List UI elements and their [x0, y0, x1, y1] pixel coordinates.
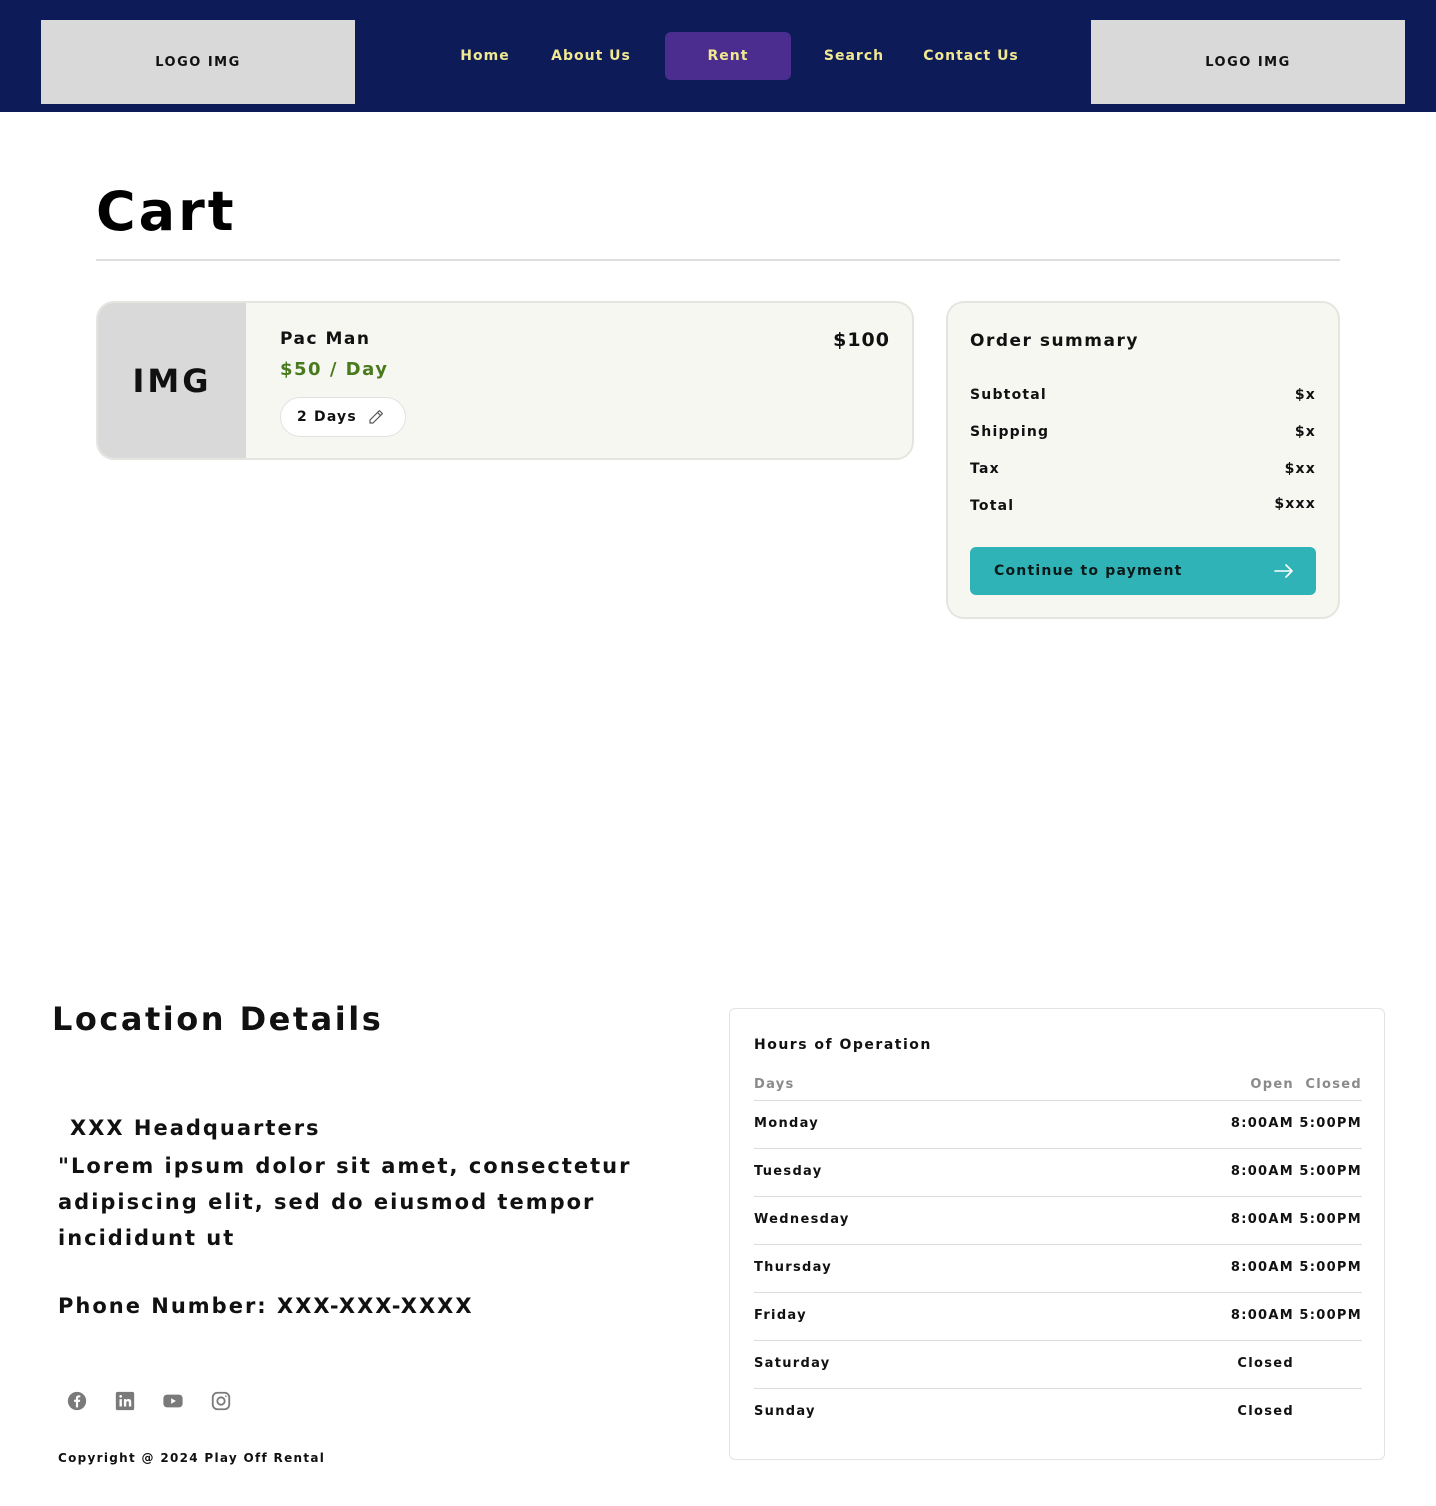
page-title: Cart	[96, 180, 237, 243]
order-summary-title: Order summary	[970, 331, 1139, 351]
hours-day: Sunday	[754, 1404, 816, 1419]
rental-days-button[interactable]: 2 Days	[280, 397, 406, 437]
location-details-title: Location Details	[52, 1000, 384, 1038]
summary-row-subtotal: Subtotal $x	[970, 387, 1316, 403]
copyright: Copyright @ 2024 Play Off Rental	[58, 1451, 326, 1465]
hours-open: 8:00AM	[1230, 1260, 1294, 1275]
nav-contact-us[interactable]: Contact Us	[906, 32, 1036, 80]
summary-value: $x	[1294, 424, 1316, 440]
hours-day: Wednesday	[754, 1212, 850, 1227]
hours-day: Saturday	[754, 1356, 831, 1371]
hours-day: Friday	[754, 1308, 807, 1323]
summary-label: Total	[970, 498, 1015, 514]
logo-right[interactable]: LOGO IMG	[1091, 20, 1405, 104]
hours-row: Tuesday 8:00AM 5:00PM	[754, 1149, 1362, 1197]
summary-value: $xxx	[1274, 496, 1316, 512]
item-name: Pac Man	[280, 329, 371, 349]
hours-open: 8:00AM	[1230, 1116, 1294, 1131]
pencil-icon	[369, 410, 383, 424]
hours-day: Monday	[754, 1116, 820, 1131]
hours-open: 8:00AM	[1230, 1164, 1294, 1179]
hours-closed: 5:00PM	[1299, 1308, 1362, 1323]
hours-day: Tuesday	[754, 1164, 823, 1179]
hours-day: Thursday	[754, 1260, 833, 1275]
header-closed: Closed	[1305, 1077, 1362, 1092]
hours-open: 8:00AM	[1230, 1308, 1294, 1323]
summary-row-shipping: Shipping $x	[970, 424, 1316, 440]
summary-label: Shipping	[970, 424, 1050, 440]
location-description: "Lorem ipsum dolor sit amet, consectetur…	[58, 1154, 632, 1250]
instagram-icon[interactable]	[210, 1390, 232, 1412]
item-price: $100	[833, 329, 890, 351]
nav-search[interactable]: Search	[808, 32, 900, 80]
rental-days-label: 2 Days	[297, 409, 357, 425]
hours-row: Thursday 8:00AM 5:00PM	[754, 1245, 1362, 1293]
social-links	[66, 1390, 232, 1412]
arrow-right-icon	[1274, 564, 1293, 578]
summary-label: Subtotal	[970, 387, 1047, 403]
phone-number: Phone Number: XXX-XXX-XXXX	[58, 1294, 474, 1318]
hours-open: Closed	[1237, 1404, 1294, 1419]
hours-row: Sunday Closed	[754, 1389, 1362, 1437]
hours-open: 8:00AM	[1230, 1212, 1294, 1227]
summary-value: $x	[1294, 387, 1316, 403]
hours-closed: 5:00PM	[1299, 1260, 1362, 1275]
hours-closed: 5:00PM	[1299, 1116, 1362, 1131]
hours-title: Hours of Operation	[754, 1037, 932, 1053]
hours-row: Friday 8:00AM 5:00PM	[754, 1293, 1362, 1341]
item-image: IMG	[98, 303, 246, 458]
facebook-icon[interactable]	[66, 1390, 88, 1412]
order-summary: Order summary Subtotal $x Shipping $x Ta…	[946, 301, 1340, 619]
summary-value: $xx	[1284, 461, 1316, 477]
nav-home[interactable]: Home	[449, 32, 521, 80]
header-open: Open	[1250, 1077, 1294, 1092]
headquarters-name: XXX Headquarters	[70, 1116, 321, 1140]
hours-header: Days Open Closed	[754, 1077, 1362, 1101]
site-header: LOGO IMG Home About Us Rent Search Conta…	[0, 0, 1436, 112]
summary-row-tax: Tax $xx	[970, 461, 1316, 477]
hours-row: Wednesday 8:00AM 5:00PM	[754, 1197, 1362, 1245]
hours-open: Closed	[1237, 1356, 1294, 1371]
hours-closed: 5:00PM	[1299, 1164, 1362, 1179]
summary-label: Tax	[970, 461, 1000, 477]
continue-to-payment-label: Continue to payment	[994, 563, 1183, 579]
summary-row-total: Total $xxx	[970, 496, 1316, 514]
nav-rent[interactable]: Rent	[665, 32, 791, 80]
hours-row: Monday 8:00AM 5:00PM	[754, 1101, 1362, 1149]
continue-to-payment-button[interactable]: Continue to payment	[970, 547, 1316, 595]
hours-of-operation: Hours of Operation Days Open Closed Mond…	[729, 1008, 1385, 1460]
hours-row: Saturday Closed	[754, 1341, 1362, 1389]
cart-item: IMG Pac Man $50 / Day $100 2 Days	[96, 301, 914, 460]
item-rate: $50 / Day	[280, 359, 389, 380]
title-divider	[96, 259, 1340, 261]
hours-closed: 5:00PM	[1299, 1212, 1362, 1227]
linkedin-icon[interactable]	[114, 1390, 136, 1412]
nav-about-us[interactable]: About Us	[536, 32, 646, 80]
youtube-icon[interactable]	[162, 1390, 184, 1412]
header-days: Days	[754, 1077, 795, 1092]
